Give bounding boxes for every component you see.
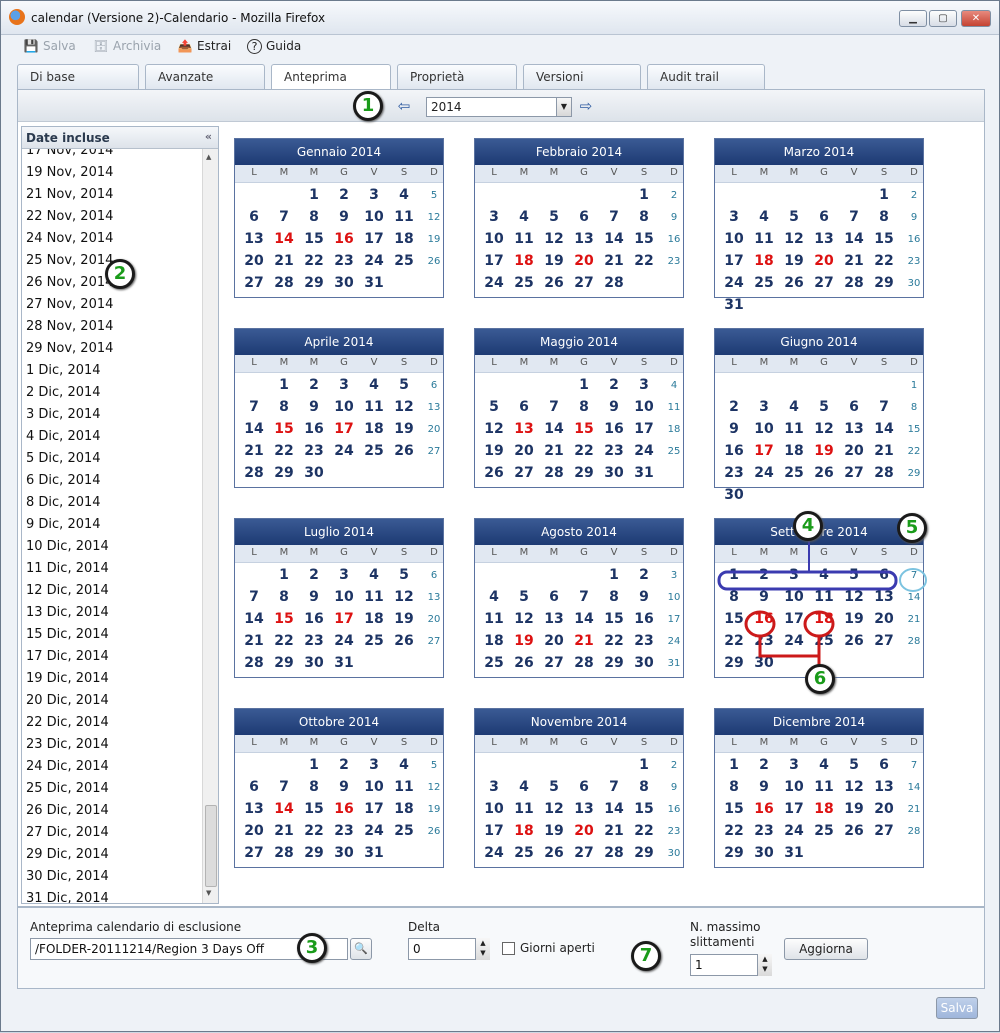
- sunday-highlight-circle: [899, 568, 927, 592]
- holiday-connector-line: [758, 636, 821, 658]
- holiday-highlight-circle-1: [744, 610, 776, 638]
- annotation-badge-2: 2: [105, 259, 135, 289]
- week-highlight-rect: [717, 570, 898, 591]
- annotation-badge-1: 1: [353, 91, 383, 121]
- annotation-badge-3: 3: [297, 933, 327, 963]
- annotation-badge-7: 7: [631, 941, 661, 971]
- holiday-highlight-circle-2: [803, 610, 835, 638]
- browser-window: calendar (Versione 2)-Calendario - Mozil…: [0, 0, 1000, 1032]
- annotation-badge-6: 6: [805, 664, 835, 694]
- annotation-badge-5: 5: [897, 513, 927, 543]
- annotation-overlay: [717, 541, 927, 665]
- annotation-badge-4: 4: [793, 511, 823, 541]
